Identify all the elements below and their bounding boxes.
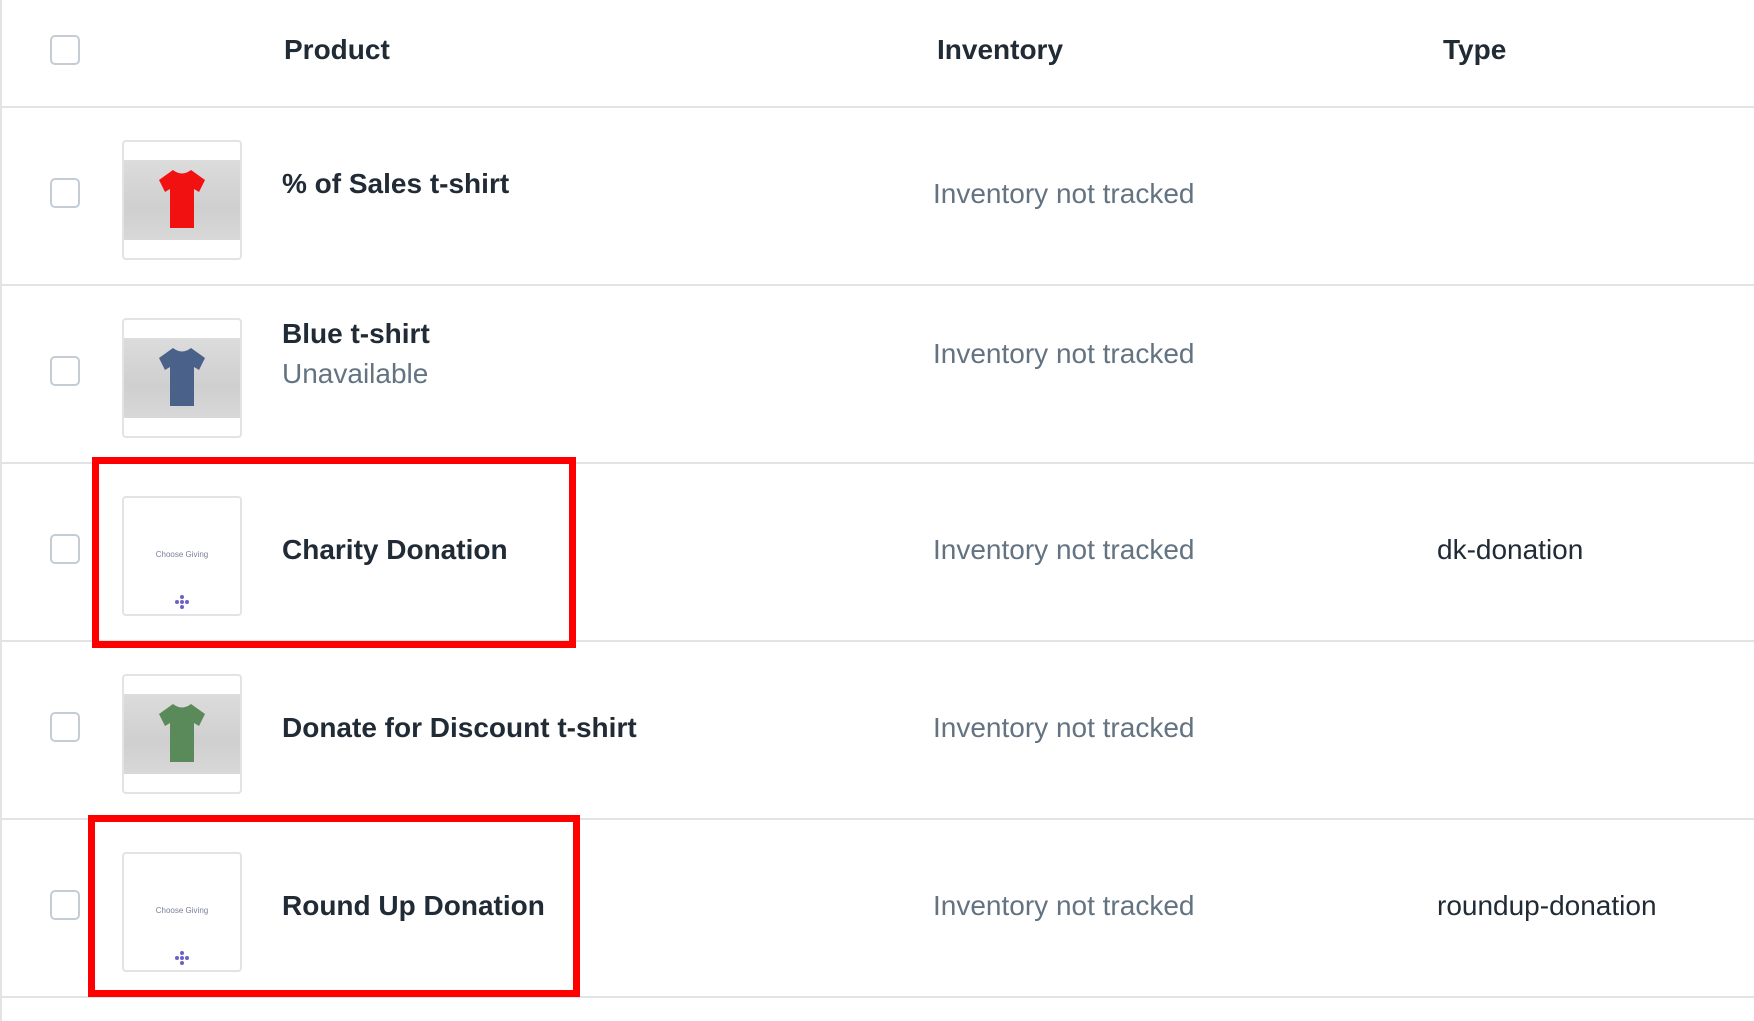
tshirt-icon	[159, 704, 205, 762]
tshirt-icon	[159, 348, 205, 406]
row-checkbox[interactable]	[50, 356, 80, 386]
product-thumbnail[interactable]	[122, 674, 242, 794]
product-name-link[interactable]: Blue t-shirt	[282, 318, 430, 350]
product-type: roundup-donation	[1437, 890, 1657, 921]
highlight-box	[92, 457, 576, 648]
product-thumbnail[interactable]	[122, 318, 242, 438]
product-name-link[interactable]: % of Sales t-shirt	[282, 168, 509, 200]
inventory-status: Inventory not tracked	[933, 178, 1195, 209]
column-header-product[interactable]: Product	[284, 34, 390, 66]
inventory-status: Inventory not tracked	[933, 712, 1195, 743]
row-checkbox[interactable]	[50, 712, 80, 742]
product-name-link[interactable]: Donate for Discount t-shirt	[282, 712, 637, 744]
row-checkbox[interactable]	[50, 534, 80, 564]
inventory-status: Inventory not tracked	[933, 534, 1195, 565]
row-checkbox[interactable]	[50, 890, 80, 920]
table-header: Product Inventory Type	[0, 0, 1754, 108]
table-row[interactable]: Blue t-shirt Unavailable Inventory not t…	[0, 286, 1754, 464]
product-availability-status: Unavailable	[282, 358, 429, 389]
tshirt-icon	[159, 170, 205, 228]
column-header-type[interactable]: Type	[1443, 34, 1506, 66]
column-header-inventory[interactable]: Inventory	[937, 34, 1063, 66]
inventory-status: Inventory not tracked	[933, 338, 1195, 369]
select-all-checkbox[interactable]	[50, 35, 80, 65]
highlight-box	[88, 815, 580, 997]
product-type: dk-donation	[1437, 534, 1584, 565]
inventory-status: Inventory not tracked	[933, 890, 1195, 921]
table-row[interactable]: Donate for Discount t-shirt Inventory no…	[0, 642, 1754, 820]
table-row[interactable]: % of Sales t-shirt Inventory not tracked	[0, 108, 1754, 286]
row-checkbox[interactable]	[50, 178, 80, 208]
product-thumbnail[interactable]	[122, 140, 242, 260]
